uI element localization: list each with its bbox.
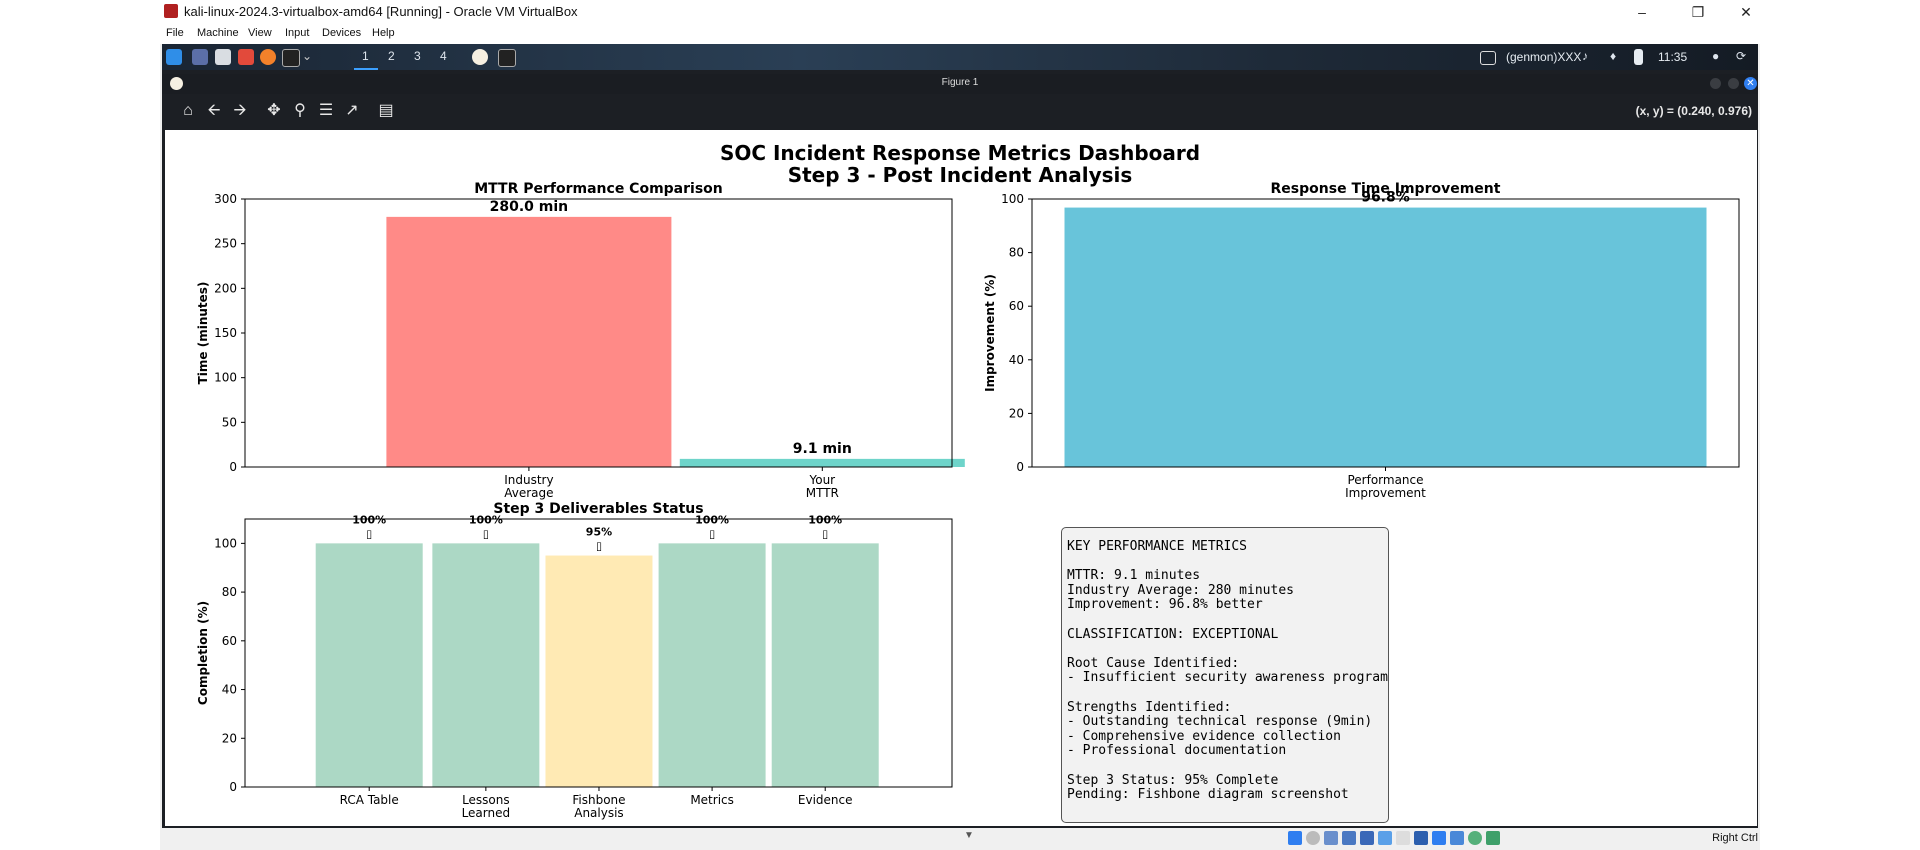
pan-icon[interactable]: ✥	[264, 101, 284, 121]
text-editor-icon[interactable]	[238, 49, 254, 65]
matplotlib-toolbar: ⌂ 🡨 🡪 ✥ ⚲ ☰ ↗ ▤ (x, y) = (0.240, 0.976)	[162, 98, 1758, 124]
notification-bell-icon[interactable]: ♦	[1610, 49, 1616, 63]
hard-disk-icon[interactable]	[1288, 831, 1302, 845]
workspace-2[interactable]: 2	[388, 49, 395, 63]
workspace-4[interactable]: 4	[440, 49, 447, 63]
monitor-icon	[1480, 51, 1496, 65]
kali-top-panel: ⌄ 1 2 3 4 (genmon)XXX ♪ ♦ 11:35 ● ⟳	[162, 44, 1758, 70]
clock: 11:35	[1658, 50, 1688, 64]
close-icon[interactable]: ✕	[1732, 2, 1760, 22]
menu-file[interactable]: File	[166, 27, 184, 39]
lock-icon[interactable]: ●	[1712, 49, 1719, 63]
guest-display: ⌄ 1 2 3 4 (genmon)XXX ♪ ♦ 11:35 ● ⟳ Figu…	[162, 44, 1758, 828]
file-manager-icon[interactable]	[215, 49, 231, 65]
figure-titlebar: Figure 1 ✕	[162, 74, 1758, 94]
terminal-icon[interactable]	[282, 49, 300, 67]
workspace-1[interactable]: 1	[362, 49, 369, 63]
save-icon[interactable]: ▤	[376, 101, 396, 121]
minimize-icon[interactable]: –	[1628, 2, 1656, 22]
key-metrics-panel: KEY PERFORMANCE METRICS MTTR: 9.1 minute…	[1061, 527, 1389, 823]
minimize-icon[interactable]	[1710, 78, 1721, 89]
window-titlebar: kali-linux-2024.3-virtualbox-amd64 [Runn…	[160, 0, 1760, 24]
keyboard-capture-icon[interactable]	[1486, 831, 1500, 845]
show-desktop-icon[interactable]	[192, 49, 208, 65]
volume-icon[interactable]: ♪	[1582, 49, 1588, 63]
mouse-integration-icon[interactable]	[1450, 831, 1464, 845]
virtualbox-app-icon	[164, 4, 178, 18]
virtualbox-window: kali-linux-2024.3-virtualbox-amd64 [Runn…	[160, 0, 1760, 850]
menu-view[interactable]: View	[248, 27, 272, 39]
usb-icon[interactable]	[1360, 831, 1374, 845]
close-icon[interactable]: ✕	[1744, 77, 1757, 90]
kali-menu-icon[interactable]	[166, 49, 182, 65]
configure-subplots-icon[interactable]: ☰	[316, 101, 336, 121]
zoom-icon[interactable]: ⚲	[290, 101, 310, 121]
menu-devices[interactable]: Devices	[322, 27, 361, 39]
genmon-user-label: (genmon)XXX	[1506, 50, 1582, 64]
battery-icon	[1634, 49, 1643, 65]
edit-axes-icon[interactable]: ↗	[342, 101, 362, 121]
display-icon[interactable]	[1396, 831, 1410, 845]
chevron-down-icon[interactable]: ⌄	[302, 49, 312, 63]
maximize-icon[interactable]	[1728, 78, 1739, 89]
terminal-task-icon[interactable]	[498, 49, 516, 67]
menu-machine[interactable]: Machine	[197, 27, 239, 39]
cpu-icon[interactable]	[1432, 831, 1446, 845]
firefox-icon[interactable]	[260, 49, 276, 65]
window-title: kali-linux-2024.3-virtualbox-amd64 [Runn…	[184, 4, 578, 19]
chevron-down-icon[interactable]: ▼	[964, 830, 974, 841]
shared-folders-icon[interactable]	[1378, 831, 1392, 845]
optical-drive-icon[interactable]	[1306, 831, 1320, 845]
figure-canvas[interactable]	[165, 130, 1757, 826]
host-key-label: Right Ctrl	[1712, 832, 1758, 844]
figure-window-title: Figure 1	[941, 77, 979, 88]
active-workspace-indicator	[354, 68, 378, 70]
back-arrow-icon[interactable]: 🡨	[204, 101, 224, 121]
vbox-statusbar: ▼ Right Ctrl	[160, 828, 1760, 850]
menu-help[interactable]: Help	[372, 27, 395, 39]
home-icon[interactable]: ⌂	[178, 101, 198, 121]
menubar: File Machine View Input Devices Help	[160, 24, 1760, 44]
recording-icon[interactable]	[1414, 831, 1428, 845]
menu-input[interactable]: Input	[285, 27, 309, 39]
restore-icon[interactable]: ❐	[1684, 2, 1712, 22]
python-figure-task-icon[interactable]	[472, 49, 488, 65]
audio-icon[interactable]	[1324, 831, 1338, 845]
network-icon[interactable]	[1342, 831, 1356, 845]
power-icon[interactable]: ⟳	[1736, 49, 1746, 63]
workspace-3[interactable]: 3	[414, 49, 421, 63]
guest-additions-icon[interactable]	[1468, 831, 1482, 845]
cursor-coordinate-readout: (x, y) = (0.240, 0.976)	[1635, 104, 1752, 118]
forward-arrow-icon[interactable]: 🡪	[230, 101, 250, 121]
